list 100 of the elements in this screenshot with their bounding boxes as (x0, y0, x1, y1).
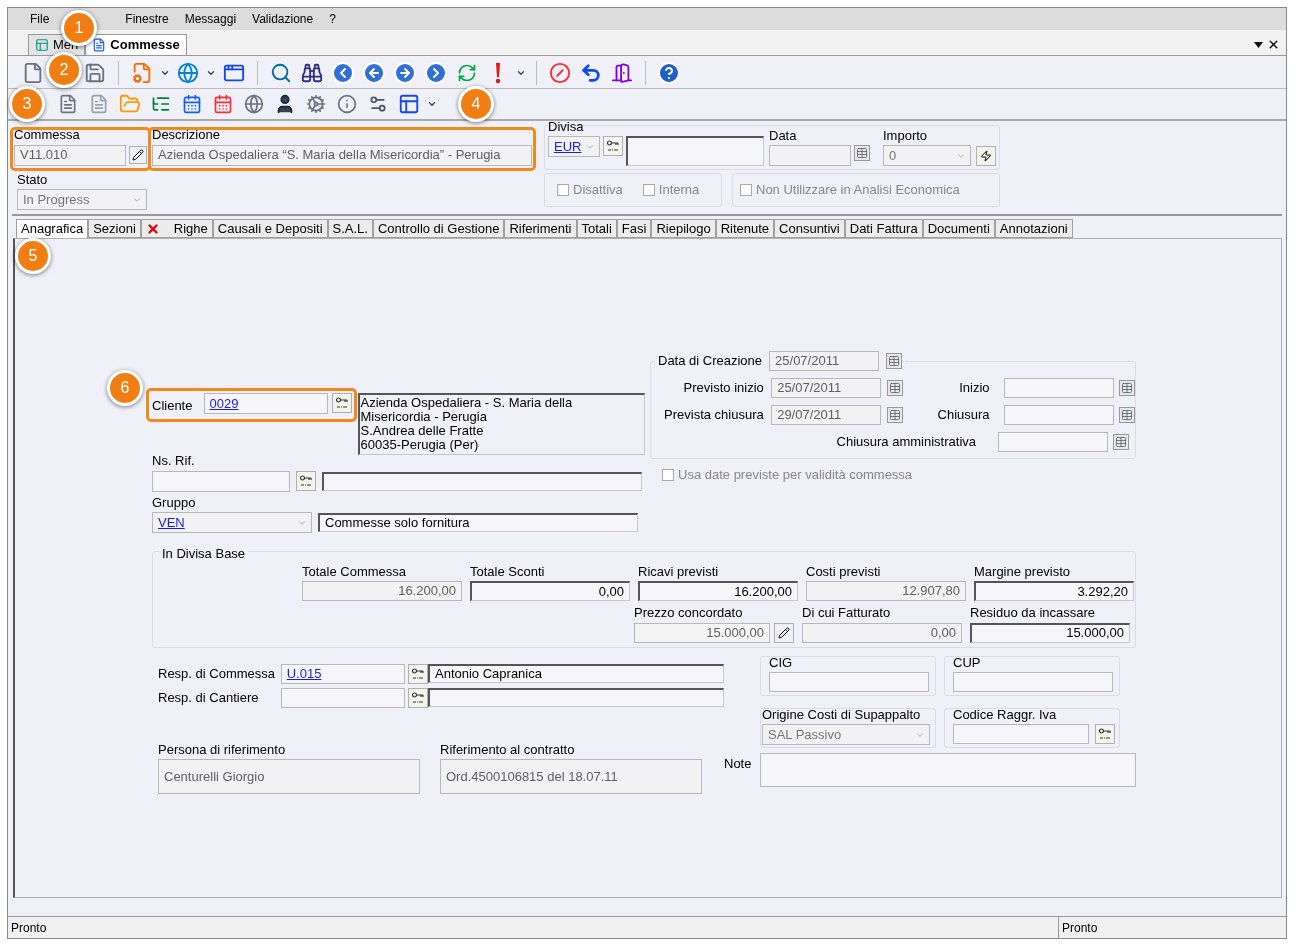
help-icon[interactable] (656, 60, 682, 86)
menu-item[interactable]: Validazione (244, 10, 322, 28)
text-area[interactable]: Ord.4500106815 del 18.07.11 (440, 759, 702, 794)
input-field[interactable] (998, 432, 1108, 452)
lookup-button[interactable] (296, 471, 316, 491)
lookup-button[interactable] (408, 687, 428, 708)
lookup-button[interactable] (603, 136, 623, 156)
edit-button[interactable] (774, 622, 794, 643)
input-field[interactable] (769, 145, 851, 166)
edit-button[interactable] (129, 146, 147, 164)
caret-icon[interactable] (427, 99, 437, 109)
input-field[interactable]: 16.200,00 (302, 581, 462, 601)
tab[interactable]: Anagrafica (16, 219, 89, 238)
tab[interactable]: Sezioni (88, 219, 141, 238)
tab[interactable]: Riferimenti (504, 219, 577, 238)
input-field[interactable] (769, 672, 929, 692)
input-field[interactable]: U.015 (280, 663, 405, 684)
document-tab[interactable]: Commesse (85, 34, 187, 55)
tab[interactable]: Totali (576, 219, 617, 238)
dropdown[interactable]: 0 (883, 145, 971, 166)
input-field[interactable] (322, 471, 642, 491)
last-record-icon[interactable] (423, 60, 449, 86)
lookup-button[interactable] (331, 393, 352, 413)
field-label: Previsto inizio (682, 379, 764, 398)
text-area[interactable]: Centurelli Giorgio (158, 759, 420, 794)
caret-icon[interactable] (160, 68, 170, 78)
caret-icon[interactable] (206, 68, 216, 78)
field-label: Persona di riferimento (158, 740, 287, 759)
input-field[interactable]: V11.010 (14, 144, 126, 166)
input-field[interactable] (1004, 378, 1115, 398)
dropdown[interactable]: In Progress (17, 189, 147, 210)
tab[interactable]: Righe (140, 219, 213, 238)
next-record-icon[interactable] (392, 60, 418, 86)
menu-item[interactable]: Finestre (117, 10, 177, 28)
input-field[interactable]: 0,00 (470, 581, 630, 601)
dropdown[interactable]: EUR (548, 136, 600, 157)
action-button[interactable] (976, 145, 996, 166)
calendar-button[interactable] (886, 353, 903, 369)
input-field[interactable]: 3.292,20 (974, 581, 1134, 601)
lookup-button[interactable] (408, 663, 428, 684)
calendar-icon (888, 355, 901, 367)
link[interactable]: U.015 (286, 663, 322, 684)
menu-item[interactable]: ? (321, 10, 344, 28)
input-field[interactable]: 16.200,00 (638, 581, 798, 601)
group-title: Origine Costi di Supappalto (762, 705, 922, 724)
close-icon[interactable] (1267, 38, 1280, 51)
tab[interactable]: Dati Fattura (844, 219, 923, 238)
status-text: Pronto (1058, 917, 1286, 938)
tab[interactable]: Causali e Depositi (212, 219, 328, 238)
previous-record-icon[interactable] (361, 60, 387, 86)
tab[interactable]: Annotazioni (994, 219, 1073, 238)
input-field[interactable] (152, 470, 290, 492)
input-field[interactable] (1004, 405, 1115, 425)
delete-icon[interactable] (547, 60, 573, 86)
input-field[interactable]: 25/07/2011 (769, 351, 880, 371)
first-record-icon[interactable] (330, 60, 356, 86)
field-label: Commessa (14, 126, 81, 144)
form-icon (92, 38, 107, 52)
link[interactable]: 0029 (209, 393, 239, 414)
input-field[interactable]: 25/07/2011 (771, 378, 882, 398)
dropdown[interactable]: VEN (152, 512, 312, 533)
calendar-button[interactable] (854, 145, 870, 161)
tab[interactable]: Ritenute (715, 219, 775, 238)
link[interactable]: EUR (554, 136, 582, 157)
input-field[interactable]: 15.000,00 (634, 622, 770, 643)
field-label: Prevista chiusura (663, 406, 764, 425)
input-field[interactable]: 15.000,00 (970, 622, 1130, 643)
input-field[interactable]: 29/07/2011 (771, 405, 882, 425)
tab[interactable]: Riepilogo (651, 219, 716, 238)
input-field[interactable]: Antonio Capranica (428, 663, 724, 683)
input-field[interactable]: 12.907,80 (806, 581, 966, 601)
globe-icon[interactable] (175, 60, 201, 86)
menu-item[interactable]: File (22, 10, 58, 28)
input-field[interactable]: Azienda Ospedaliera “S. Maria della Misericordia” - Perugia (152, 144, 532, 166)
calendar-button[interactable] (1119, 407, 1135, 423)
input-field[interactable] (280, 687, 405, 708)
link[interactable]: VEN (158, 512, 185, 533)
caret-icon[interactable] (516, 68, 526, 78)
calendar-button[interactable] (1113, 434, 1129, 450)
input-field[interactable] (626, 136, 764, 166)
calendar-button[interactable] (886, 380, 903, 396)
menu-item[interactable]: Messaggi (176, 10, 245, 28)
calendar-button[interactable] (886, 407, 903, 423)
input-field[interactable] (428, 687, 724, 707)
calendar-button[interactable] (1119, 380, 1135, 396)
exit-icon[interactable] (609, 60, 635, 86)
input-field[interactable] (953, 672, 1113, 692)
lookup-button[interactable] (1095, 724, 1115, 744)
tab[interactable]: Controllo di Gestione (372, 219, 505, 238)
tab[interactable]: Documenti (922, 219, 995, 238)
input-field[interactable] (953, 724, 1089, 744)
dropdown[interactable]: SAL Passivo (762, 724, 930, 745)
input-field[interactable]: Commesse solo fornitura (318, 513, 638, 532)
tab[interactable]: Consuntivi (774, 219, 845, 238)
input-field[interactable]: 0,00 (802, 622, 962, 643)
dropdown-arrow-icon[interactable] (1254, 41, 1263, 48)
input-field[interactable]: 0029 (203, 393, 328, 414)
tab[interactable]: S.A.L. (327, 219, 373, 238)
field-label: Note (724, 754, 750, 773)
tab[interactable]: Fasi (616, 219, 652, 238)
